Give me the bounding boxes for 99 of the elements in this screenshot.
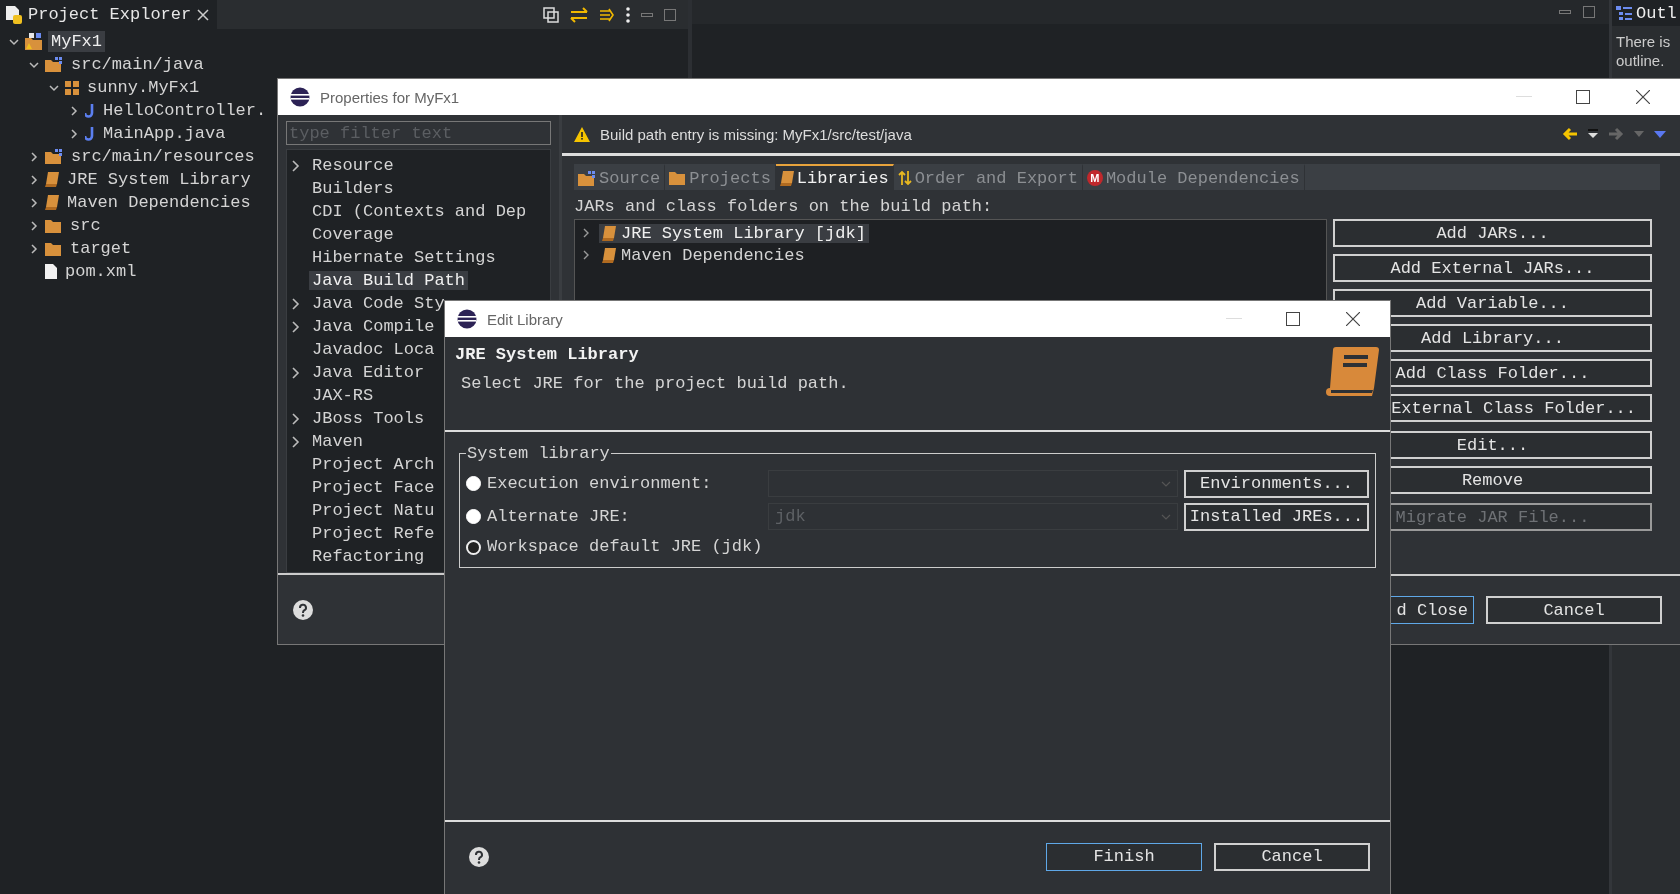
folder-icon [45, 218, 62, 233]
wizard-description: Select JRE for the project build path. [460, 374, 849, 393]
tree-item[interactable]: Maven [309, 432, 366, 451]
tree-item[interactable]: Project Face [309, 478, 438, 497]
source-folder-icon [45, 57, 63, 72]
tree-item[interactable]: src [67, 215, 104, 236]
tree-item[interactable]: Javadoc Loca [309, 340, 438, 359]
link-arrows-icon[interactable] [570, 6, 588, 23]
folder-icon [669, 171, 687, 185]
tree-item[interactable]: HelloController. [100, 100, 270, 121]
up-down-arrows-icon [897, 170, 912, 186]
source-folder-icon [578, 170, 596, 186]
tree-item[interactable]: Coverage [309, 225, 397, 244]
dialog-title: Edit Library [487, 310, 563, 328]
tree-item[interactable]: pom.xml [62, 261, 140, 282]
tree-item[interactable]: Hibernate Settings [309, 248, 499, 267]
project-folder-icon [25, 33, 43, 50]
group-title: System library [466, 444, 611, 463]
tree-item[interactable]: Project Refe [309, 524, 438, 543]
back-arrow-icon[interactable] [1562, 127, 1578, 141]
book-icon [45, 195, 59, 210]
book-icon [779, 170, 794, 186]
outline-message: outline. [1616, 51, 1666, 70]
option-button[interactable]: Environments... [1184, 469, 1369, 498]
source-folder-icon [45, 149, 63, 164]
help-icon[interactable] [469, 846, 489, 867]
close-icon[interactable] [1346, 312, 1360, 326]
more-icon[interactable] [626, 6, 630, 23]
tree-item[interactable]: src/main/resources [68, 146, 258, 167]
tree-item[interactable]: sunny.MyFx1 [84, 77, 203, 98]
menu-icon[interactable] [1654, 130, 1666, 138]
option-label[interactable]: Workspace default JRE (jdk) [487, 536, 763, 558]
tree-item[interactable]: JAX-RS [309, 386, 377, 405]
tree-item[interactable]: MainApp.java [100, 123, 229, 144]
tree-item[interactable]: Maven Dependencies [64, 192, 254, 213]
side-button[interactable]: Add Variable... [1333, 289, 1652, 317]
maximize-icon[interactable] [1576, 90, 1590, 104]
book-icon [1324, 345, 1380, 397]
outline-message: There is [1616, 32, 1672, 51]
file-icon [45, 264, 57, 279]
wizard-heading: JRE System Library [455, 345, 640, 364]
view-title: Project Explorer [28, 5, 192, 24]
warning-icon [574, 126, 590, 142]
tree-item[interactable]: Resource [309, 156, 397, 175]
dialog-title: Properties for MyFx1 [320, 88, 460, 106]
list-label: JARs and class folders on the build path: [574, 197, 994, 218]
collapse-all-icon[interactable] [543, 6, 559, 23]
java-file-icon [85, 126, 95, 141]
tree-item[interactable]: Java Editor [309, 363, 428, 382]
tree-item[interactable]: Java Code Sty [309, 294, 448, 313]
eclipse-icon [457, 309, 477, 329]
minimize-icon[interactable] [641, 12, 653, 17]
book-icon [45, 172, 59, 187]
view-title: Outl [1636, 3, 1677, 23]
tab[interactable]: Libraries [775, 164, 894, 190]
side-button[interactable]: Add JARs... [1333, 219, 1652, 247]
tree-item[interactable]: Refactoring [309, 547, 428, 566]
radio-button[interactable] [466, 539, 481, 555]
option-label[interactable]: Execution environment: [487, 472, 735, 495]
tree-item[interactable]: CDI (Contexts and Dep [309, 202, 530, 221]
dialog-button[interactable]: Finish [1046, 842, 1202, 871]
tree-item[interactable]: JBoss Tools [309, 409, 428, 428]
view-tab[interactable]: Outl [1612, 0, 1680, 26]
tree-item[interactable]: src/main/java [68, 54, 207, 75]
side-button[interactable]: Add External JARs... [1333, 254, 1652, 282]
dropdown-icon[interactable] [1588, 129, 1598, 139]
book-icon [602, 225, 616, 241]
outline-icon [1616, 5, 1632, 21]
close-icon[interactable] [1636, 90, 1650, 104]
help-icon[interactable] [293, 599, 313, 620]
tree-item[interactable]: MyFx1 [48, 31, 105, 52]
module-icon: M [1086, 170, 1103, 186]
java-file-icon [85, 103, 95, 118]
minimize-icon[interactable] [1559, 10, 1571, 14]
tree-item[interactable]: JRE System Library [64, 169, 254, 190]
tree-item[interactable]: Project Arch [309, 455, 438, 474]
filter-arrows-icon[interactable] [599, 6, 615, 23]
option-button[interactable]: Installed JREs... [1184, 502, 1369, 531]
tree-item[interactable]: target [67, 238, 135, 259]
tree-item[interactable]: Project Natu [309, 501, 438, 520]
dialog-button[interactable]: Cancel [1214, 842, 1370, 871]
maximize-icon[interactable] [1286, 312, 1300, 326]
library-entry[interactable]: JRE System Library [jdk] [599, 223, 869, 243]
chevron-icon [1161, 480, 1171, 487]
folder-icon [45, 241, 62, 256]
tree-item[interactable]: Builders [309, 179, 397, 198]
view-tab[interactable]: Project Explorer [0, 0, 218, 29]
document-icon [6, 5, 22, 24]
tab[interactable]: M Module Dependencies [1082, 164, 1305, 190]
warning-message: Build path entry is missing: MyFx1/src/test/java [600, 125, 912, 143]
dialog-button[interactable]: Cancel [1486, 596, 1662, 624]
tree-item[interactable]: Java Build Path [309, 271, 469, 290]
chevron-icon [1161, 513, 1171, 520]
package-icon [65, 80, 79, 95]
book-icon [602, 247, 616, 263]
option-label[interactable]: Alternate JRE: [487, 505, 735, 528]
library-entry[interactable]: Maven Dependencies [599, 245, 808, 265]
tree-item[interactable]: Java Compile [309, 317, 438, 336]
eclipse-icon [290, 87, 310, 107]
